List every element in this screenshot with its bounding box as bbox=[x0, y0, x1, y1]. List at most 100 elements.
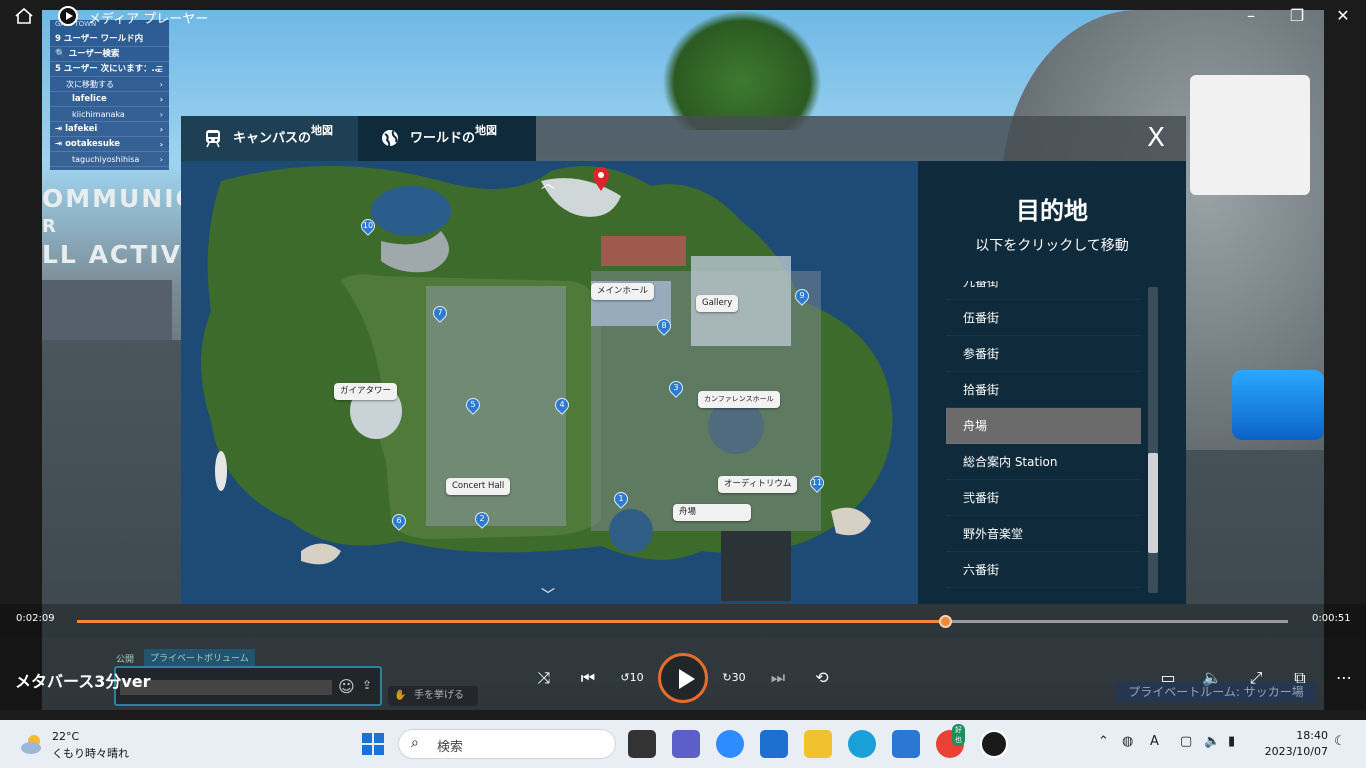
home-icon[interactable] bbox=[14, 7, 34, 25]
map-label-concert-hall[interactable]: Concert Hall bbox=[446, 478, 511, 495]
campus-map-view[interactable]: ︿ ﹀ メインホール Gallery ガイアタワー カンファレンスホール Con… bbox=[181, 161, 918, 604]
destination-item[interactable]: 九番街 bbox=[946, 281, 1141, 300]
restore-button[interactable]: ❐ bbox=[1282, 6, 1312, 26]
media-player-taskbar-icon[interactable] bbox=[980, 730, 1008, 758]
taskbar-search[interactable]: ⌕ 検索 bbox=[398, 729, 616, 759]
destination-item[interactable]: 野外音楽堂 bbox=[946, 516, 1141, 552]
play-button[interactable] bbox=[658, 653, 708, 703]
enter-icon: ⇥ bbox=[55, 139, 63, 149]
user-item[interactable]: ⇥ ootakesuke › bbox=[50, 137, 169, 152]
scene-flag bbox=[1190, 75, 1310, 195]
ime-icon[interactable]: A bbox=[1150, 734, 1159, 749]
user-item[interactable]: lafelice › bbox=[50, 92, 169, 107]
repeat-icon[interactable]: ⟲ bbox=[808, 664, 836, 692]
map-label-gallery[interactable]: Gallery bbox=[696, 295, 739, 312]
tab-world-map[interactable]: ワールドの 地図 bbox=[358, 116, 536, 161]
teams-icon[interactable] bbox=[672, 730, 700, 758]
chevron-up-icon[interactable]: ⌃ bbox=[1098, 734, 1109, 749]
clock[interactable]: 18:40 2023/10/07 bbox=[1256, 728, 1328, 760]
chrome-icon[interactable]: 好也 bbox=[936, 724, 965, 758]
map-label-funaba[interactable]: 舟場 bbox=[673, 504, 751, 521]
skip-back-button[interactable]: ↺10 bbox=[618, 664, 646, 692]
edge-icon[interactable] bbox=[848, 730, 876, 758]
seek-bar-thumb[interactable] bbox=[939, 615, 953, 628]
scene-court bbox=[42, 280, 172, 340]
minimize-button[interactable]: – bbox=[1236, 6, 1266, 26]
user-item[interactable]: kiichimanaka › bbox=[50, 107, 169, 122]
search-icon: 🔍 bbox=[55, 49, 66, 59]
destination-item[interactable]: 弐番街 bbox=[946, 480, 1141, 516]
destination-item[interactable]: 総合案内 Station bbox=[946, 444, 1141, 480]
shuffle-icon[interactable]: ⤨ bbox=[530, 664, 558, 692]
previous-icon[interactable]: ⏮ bbox=[574, 664, 602, 692]
chevron-right-icon: › bbox=[159, 110, 163, 119]
destination-item[interactable]: 拾番街 bbox=[946, 372, 1141, 408]
elapsed-time: 0:02:09 bbox=[16, 613, 55, 624]
captions-icon[interactable]: ▭ bbox=[1154, 664, 1182, 692]
user-item[interactable]: taguchiyoshihisa › bbox=[50, 152, 169, 167]
destination-item[interactable]: 参番街 bbox=[946, 336, 1141, 372]
tab-campus-map[interactable]: キャンパスの 地図 bbox=[181, 116, 358, 161]
destination-item[interactable]: 伍番街 bbox=[946, 300, 1141, 336]
close-map-button[interactable]: X bbox=[1126, 116, 1186, 161]
task-view-icon[interactable] bbox=[628, 730, 656, 758]
map-label-gaia-tower[interactable]: ガイアタワー bbox=[334, 383, 398, 400]
display-icon[interactable]: ▢ bbox=[1180, 734, 1192, 749]
fullscreen-icon[interactable]: ⤢ bbox=[1242, 664, 1270, 692]
move-to-next[interactable]: 次に移動する › bbox=[50, 77, 169, 92]
skip-forward-button[interactable]: ↻30 bbox=[720, 664, 748, 692]
close-window-button[interactable]: ✕ bbox=[1328, 6, 1358, 26]
current-location-pin-icon bbox=[592, 166, 610, 192]
destination-subheading: 以下をクリックして移動 bbox=[975, 238, 1129, 254]
seek-bar-fill bbox=[77, 620, 946, 623]
weather-widget[interactable]: 22°C くもり時々晴れ bbox=[20, 729, 160, 761]
remaining-time: 0:00:51 bbox=[1312, 613, 1351, 624]
map-label-main-hall[interactable]: メインホール bbox=[591, 283, 655, 300]
volume-icon[interactable]: 🔈 bbox=[1198, 664, 1226, 692]
app-icon[interactable] bbox=[892, 730, 920, 758]
globe-icon bbox=[382, 130, 398, 147]
player-controls: メタバース3分ver ⤨ ⏮ ↺10 ↻30 ⏭ ⟲ ▭ 🔈 ⤢ ⧉ ⋯ bbox=[0, 638, 1366, 710]
train-icon bbox=[206, 130, 220, 148]
map-label-conference-hall[interactable]: カンファレンスホール bbox=[698, 391, 780, 408]
enter-icon: ⇥ bbox=[55, 124, 63, 134]
destination-item-selected[interactable]: 舟場 bbox=[946, 408, 1141, 444]
start-button[interactable] bbox=[362, 733, 384, 755]
window-title: メディア プレーヤー bbox=[88, 12, 209, 27]
media-player-app-icon bbox=[58, 6, 78, 26]
volume-icon[interactable]: 🔈 bbox=[1204, 734, 1220, 749]
chevron-right-icon: › bbox=[159, 125, 163, 134]
users-nearby[interactable]: 5 ユーザー 次にいます：… ☰ bbox=[50, 62, 169, 77]
map-label-auditorium[interactable]: オーディトリウム bbox=[718, 476, 798, 493]
security-icon[interactable]: ◍ bbox=[1122, 734, 1133, 749]
map-island bbox=[181, 161, 918, 604]
destination-list[interactable]: 九番街 伍番街 参番街 拾番街 舟場 総合案内 Station 弐番街 野外音楽… bbox=[946, 281, 1141, 593]
scrollbar-thumb[interactable] bbox=[1148, 453, 1158, 553]
moon-icon[interactable]: ☾ bbox=[1334, 734, 1346, 749]
destination-scrollbar[interactable] bbox=[1148, 287, 1158, 593]
chevron-right-icon: › bbox=[159, 80, 163, 89]
chrome-profile-badge: 好也 bbox=[952, 724, 965, 746]
battery-icon[interactable]: ▮ bbox=[1228, 734, 1235, 749]
scene-blue-platform bbox=[1232, 370, 1324, 440]
user-list-panel: GAIA TOWN 9 ユーザー ワールド内 🔍 ユーザー検索 5 ユーザー 次… bbox=[50, 20, 169, 170]
chevron-up-icon[interactable]: ︿ bbox=[541, 173, 555, 193]
store-icon[interactable] bbox=[760, 730, 788, 758]
destination-item[interactable]: 六番街 bbox=[946, 552, 1141, 588]
user-search[interactable]: 🔍 ユーザー検索 bbox=[50, 47, 169, 62]
mini-player-icon[interactable]: ⧉ bbox=[1286, 664, 1314, 692]
more-options-icon[interactable]: ⋯ bbox=[1330, 664, 1358, 692]
next-icon[interactable]: ⏭ bbox=[764, 664, 792, 692]
title-bar: メディア プレーヤー – ❐ ✕ bbox=[0, 0, 1366, 32]
file-explorer-icon[interactable] bbox=[804, 730, 832, 758]
cloud-sun-icon bbox=[21, 735, 41, 754]
filter-icon[interactable]: ☰ bbox=[156, 62, 163, 76]
search-icon: ⌕ bbox=[411, 735, 419, 751]
chevron-down-icon[interactable]: ﹀ bbox=[541, 585, 555, 604]
zoom-icon[interactable] bbox=[716, 730, 744, 758]
users-in-world[interactable]: 9 ユーザー ワールド内 bbox=[50, 32, 169, 47]
chevron-right-icon: › bbox=[159, 140, 163, 149]
user-item[interactable]: ⇥ lafekei › bbox=[50, 122, 169, 137]
chevron-right-icon: › bbox=[159, 155, 163, 164]
seek-bar[interactable] bbox=[77, 615, 1288, 628]
